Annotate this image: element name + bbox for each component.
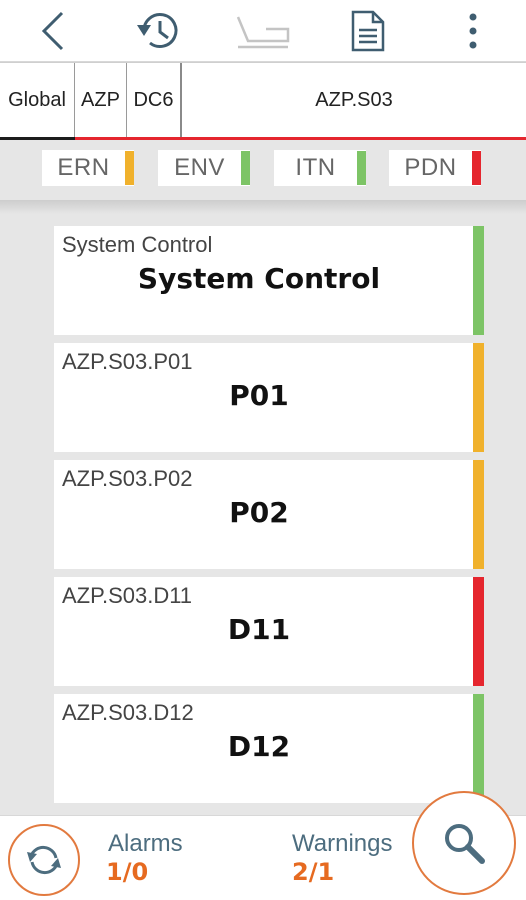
warnings-label: Warnings: [292, 830, 393, 857]
item-code: AZP.S03.P01: [62, 349, 193, 374]
history-icon: [136, 12, 178, 48]
graph-icon: [236, 16, 290, 48]
alarms-count[interactable]: 1/0: [106, 858, 148, 886]
status-indicator: [472, 151, 481, 185]
item-title: P01: [229, 379, 289, 412]
status-chip-pdn[interactable]: PDN: [389, 150, 481, 186]
item-title: P02: [229, 496, 289, 529]
refresh-icon: [27, 845, 61, 875]
item-title: System Control: [137, 262, 381, 295]
status-indicator: [473, 577, 484, 686]
status-chips: ERN ENV ITN PDN: [0, 140, 526, 202]
status-indicator: [241, 151, 250, 185]
list-item[interactable]: System Control System Control: [54, 226, 484, 335]
status-indicator: [473, 694, 484, 803]
status-chip-label: PDN: [404, 154, 457, 181]
status-indicator: [473, 226, 484, 335]
divider-shadow: [0, 200, 526, 214]
more-vertical-icon: [469, 13, 477, 48]
list-item[interactable]: AZP.S03.P02 P02: [54, 460, 484, 569]
breadcrumb-item-global[interactable]: Global: [0, 63, 75, 137]
breadcrumb: Global AZP DC6 AZP.S03: [0, 62, 526, 141]
warnings-count[interactable]: 2/1: [292, 858, 334, 886]
status-chip-label: ENV: [174, 154, 225, 181]
toolbar: [0, 0, 526, 62]
system-list: System Control System Control AZP.S03.P0…: [54, 226, 484, 811]
status-chip-label: ERN: [57, 154, 110, 181]
status-chip-env[interactable]: ENV: [158, 150, 250, 186]
item-title: D11: [227, 613, 291, 646]
breadcrumb-item-dc6[interactable]: DC6: [127, 63, 182, 137]
list-item[interactable]: AZP.S03.P01 P01: [54, 343, 484, 452]
status-chip-ern[interactable]: ERN: [42, 150, 134, 186]
status-indicator: [473, 460, 484, 569]
more-menu-button[interactable]: [433, 0, 513, 62]
refresh-button[interactable]: [8, 824, 80, 896]
item-title: D12: [227, 730, 291, 763]
search-icon: [445, 824, 485, 864]
list-item[interactable]: AZP.S03.D11 D11: [54, 577, 484, 686]
status-chip-label: ITN: [295, 154, 336, 181]
item-code: AZP.S03.P02: [62, 466, 193, 491]
status-chip-itn[interactable]: ITN: [274, 150, 366, 186]
document-icon: [351, 10, 385, 51]
status-indicator: [357, 151, 366, 185]
alarms-label: Alarms: [108, 830, 183, 857]
document-button[interactable]: [328, 0, 408, 62]
item-code: AZP.S03.D11: [62, 583, 193, 608]
breadcrumb-item-azp[interactable]: AZP: [75, 63, 127, 137]
status-indicator: [125, 151, 134, 185]
search-button[interactable]: [412, 791, 516, 895]
chevron-left-icon: [41, 11, 63, 50]
list-item[interactable]: AZP.S03.D12 D12: [54, 694, 484, 803]
history-button[interactable]: [118, 0, 198, 62]
item-code: System Control: [62, 232, 213, 257]
back-button[interactable]: [13, 0, 93, 62]
item-code: AZP.S03.D12: [62, 700, 194, 725]
graph-button[interactable]: [223, 0, 303, 62]
breadcrumb-current[interactable]: AZP.S03: [182, 63, 526, 137]
status-indicator: [473, 343, 484, 452]
